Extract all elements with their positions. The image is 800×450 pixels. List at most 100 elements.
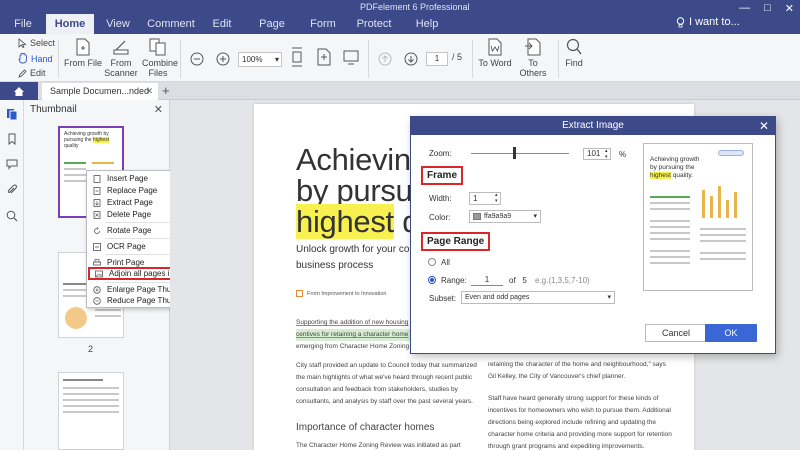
all-pages-radio[interactable] [428,258,436,266]
color-select[interactable]: ffa9a9a9 [469,210,541,223]
previous-page-icon[interactable] [378,52,392,66]
thumb-line [63,379,103,381]
to-word-label: To Word [478,58,512,68]
home-tab[interactable] [0,82,38,100]
next-page-icon[interactable] [404,52,418,66]
zoom-select[interactable]: 100% [238,52,282,67]
thumb-line [64,168,86,170]
rotate-page-icon [94,227,100,234]
from-file-button[interactable]: From File [64,38,102,68]
to-others-icon [525,38,541,56]
close-panel-icon[interactable]: ✕ [154,103,163,116]
thumbnail-page-number: 2 [88,344,94,354]
width-input[interactable]: 1 [469,192,501,205]
menu-page[interactable]: Page [244,14,300,34]
select-tool[interactable]: Select [18,38,55,48]
find-button[interactable]: Find [562,38,586,68]
credit-text: From Improvement to Innovation [307,290,387,297]
menu-file[interactable]: File [0,14,46,34]
preview-line [700,234,746,236]
range-radio[interactable] [428,276,436,284]
lightbulb-icon [676,16,685,27]
close-tab-icon[interactable]: ✕ [145,83,153,100]
comment-icon[interactable] [6,158,18,170]
ribbon-separator [180,40,181,78]
document-tab[interactable]: Sample Documen...nded ✕ [42,83,158,100]
preview-badge [718,150,744,156]
preview-title: Achieving growth by pursuing the highest q… [650,156,700,179]
menu-form[interactable]: Form [300,14,346,34]
left-sidebar [0,100,24,450]
menu-help[interactable]: Help [402,14,452,34]
width-label: Width: [429,194,452,203]
thumbnail-panel-title: Thumbnail [30,104,77,115]
thumbnail-icon[interactable] [6,108,18,120]
ribbon-toolbar: Select Hand Edit From File From Scanner … [0,34,800,82]
menu-comment[interactable]: Comment [142,14,200,34]
menu-protect[interactable]: Protect [346,14,402,34]
zoom-slider[interactable] [471,147,569,159]
bookmark-icon[interactable] [6,133,18,145]
range-example: e.g.(1,3,5,7-10) [535,276,590,285]
subset-select[interactable]: Even and odd pages [461,291,615,304]
thumb-line [63,387,119,389]
thumb-line [63,393,119,395]
of-label: of [509,276,516,285]
range-input[interactable]: 1 [471,275,503,286]
page-thumbnail-3[interactable] [58,372,124,450]
image-icon [95,270,103,278]
thumb-line [64,174,86,176]
thumb-line [64,162,86,164]
menu-view[interactable]: View [94,14,142,34]
page-total-value: 5 [457,52,463,62]
thumb-line [64,180,86,182]
search-panel-icon[interactable] [6,210,18,222]
preview-line [650,202,690,204]
color-label: Color: [429,213,451,222]
zoom-in-icon[interactable] [216,52,230,66]
all-pages-label: All [441,258,450,267]
menu-home[interactable]: Home [46,14,94,34]
fit-width-icon[interactable] [290,46,304,68]
thumb-pie-chart [65,307,87,329]
zoom-out-icon[interactable] [190,52,204,66]
thumb1-title: Achieving growth by pursuing the highest… [64,131,110,149]
to-word-button[interactable]: To Word [478,38,512,68]
color-swatch [473,213,481,220]
to-others-button[interactable]: To Others [514,38,552,78]
minimize-icon[interactable]: — [739,2,750,15]
search-assistant[interactable]: I want to... [676,16,740,28]
section-heading: Importance of character homes [296,422,435,433]
document-tab-bar: Sample Documen...nded ✕ + [0,82,800,100]
thumb-line [63,411,119,413]
headline-highlight: highest [296,204,394,239]
fit-page-icon[interactable] [316,46,332,68]
cancel-button[interactable]: Cancel [645,324,707,342]
right-column: retaining the character of the home and … [488,359,673,450]
window-controls: — □ ✕ [739,2,794,15]
combine-files-button[interactable]: Combine Files [142,38,178,78]
edit-tool[interactable]: Edit [18,68,46,78]
ok-button[interactable]: OK [705,324,757,342]
title-bar: PDFelement 6 Professional File Home View… [0,0,800,34]
page-number-input[interactable]: 1 [426,52,448,66]
cursor-icon [18,38,27,48]
thumb-line [95,315,121,317]
menu-edit[interactable]: Edit [200,14,244,34]
search-icon [566,38,582,55]
attachment-icon[interactable] [6,184,18,196]
dialog-close-icon[interactable]: ✕ [759,117,769,135]
close-window-icon[interactable]: ✕ [785,2,794,15]
preview-line [650,196,690,198]
preview-line [700,258,746,260]
add-tab-icon[interactable]: + [162,82,170,99]
zoom-slider-handle[interactable] [513,147,516,159]
maximize-icon[interactable]: □ [764,2,771,15]
zoom-value-input[interactable]: 101 [583,148,611,160]
full-screen-icon[interactable] [342,48,360,66]
from-scanner-button[interactable]: From Scanner [104,38,138,78]
from-scanner-label: From Scanner [104,58,138,78]
hand-tool[interactable]: Hand [18,53,53,64]
logo-box-icon [296,290,303,297]
thumb-line [63,405,119,407]
